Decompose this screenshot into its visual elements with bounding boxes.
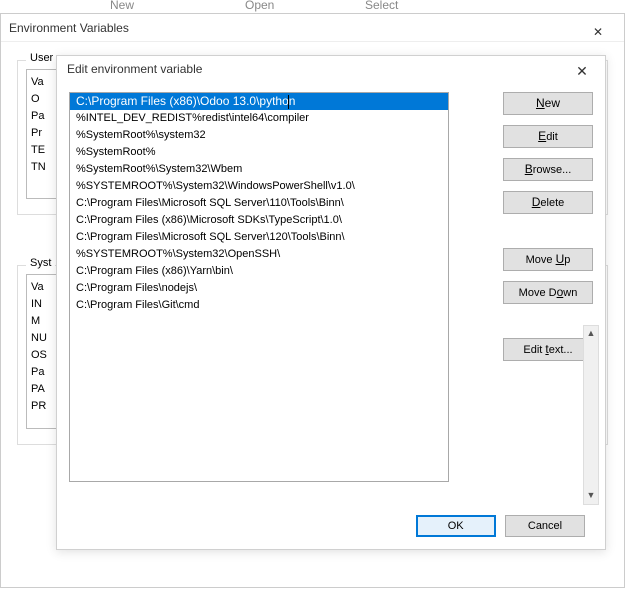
list-item[interactable]: %SYSTEMROOT%\System32\WindowsPowerShell\… [70,178,448,195]
ok-button[interactable]: OK [416,515,496,537]
edit-env-title: Edit environment variable [67,62,202,76]
scroll-down-icon[interactable]: ▼ [584,488,598,504]
path-list[interactable]: C:\Program Files (x86)\Odoo 13.0\python … [69,92,449,482]
list-item[interactable]: %SystemRoot%\system32 [70,127,448,144]
list-item[interactable]: C:\Program Files\nodejs\ [70,280,448,297]
delete-button[interactable]: Delete [503,191,593,214]
list-item[interactable]: C:\Program Files\Microsoft SQL Server\12… [70,229,448,246]
browse-button[interactable]: Browse... [503,158,593,181]
move-down-button[interactable]: Move Down [503,281,593,304]
list-item[interactable]: %INTEL_DEV_REDIST%redist\intel64\compile… [70,110,448,127]
move-up-button[interactable]: Move Up [503,248,593,271]
text-caret [288,95,289,109]
list-item[interactable]: C:\Program Files (x86)\Odoo 13.0\python [70,93,448,110]
edit-env-titlebar: Edit environment variable ✕ [57,56,605,82]
edit-env-variable-window: Edit environment variable ✕ C:\Program F… [56,55,606,550]
new-button[interactable]: New [503,92,593,115]
list-item[interactable]: %SystemRoot%\System32\Wbem [70,161,448,178]
user-vars-label: User [26,52,57,64]
env-variables-titlebar: Environment Variables ✕ [1,14,624,42]
edit-button[interactable]: Edit [503,125,593,148]
background-tabs: New Open Select [0,0,630,12]
list-item[interactable]: C:\Program Files\Microsoft SQL Server\11… [70,195,448,212]
cancel-button[interactable]: Cancel [505,515,585,537]
list-item[interactable]: C:\Program Files\Git\cmd [70,297,448,314]
system-vars-label: Syst [26,257,55,269]
list-item[interactable]: %SystemRoot% [70,144,448,161]
scrollbar[interactable]: ▲ ▼ [583,325,599,505]
scroll-up-icon[interactable]: ▲ [584,326,598,342]
list-item[interactable]: C:\Program Files (x86)\Microsoft SDKs\Ty… [70,212,448,229]
env-variables-title: Environment Variables [9,21,129,35]
list-item[interactable]: %SYSTEMROOT%\System32\OpenSSH\ [70,246,448,263]
edit-text-button[interactable]: Edit text... [503,338,593,361]
list-item[interactable]: C:\Program Files (x86)\Yarn\bin\ [70,263,448,280]
close-icon[interactable]: ✕ [578,18,618,38]
close-icon[interactable]: ✕ [567,58,597,84]
